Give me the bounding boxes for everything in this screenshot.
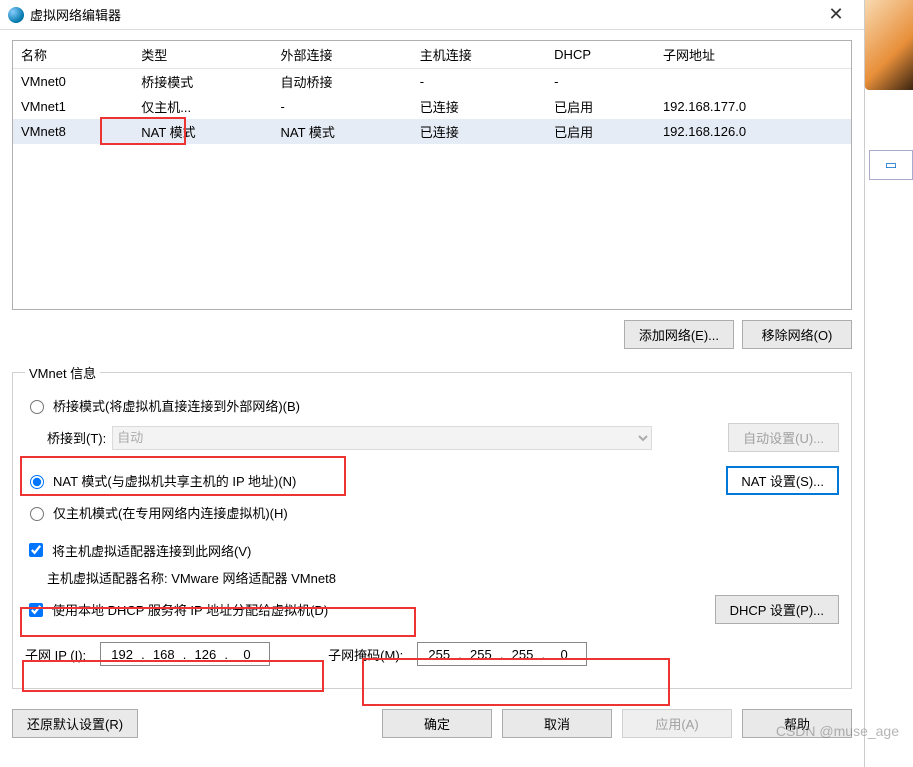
cell-dhcp: - xyxy=(546,69,655,95)
table-row[interactable]: VMnet1 仅主机... - 已连接 已启用 192.168.177.0 xyxy=(13,94,851,119)
cell-type: NAT 模式 xyxy=(133,119,272,144)
subnet-mask-label: 子网掩码(M): xyxy=(328,645,403,664)
dhcp-checkbox[interactable] xyxy=(29,603,43,617)
bridge-to-label: 桥接到(T): xyxy=(47,428,106,447)
mask-octet-4[interactable] xyxy=(547,646,581,663)
mask-octet-3[interactable] xyxy=(506,646,540,663)
table-header-row: 名称 类型 外部连接 主机连接 DHCP 子网地址 xyxy=(13,41,851,69)
background-thumbnail xyxy=(865,0,913,90)
subnet-mask-input[interactable]: . . . xyxy=(417,642,587,666)
table-row-selected[interactable]: VMnet8 NAT 模式 NAT 模式 已连接 已启用 192.168.126… xyxy=(13,119,851,144)
hostonly-mode-text: 仅主机模式(在专用网络内连接虚拟机)(H) xyxy=(53,503,288,522)
vmnet-info-group: VMnet 信息 桥接模式(将虚拟机直接连接到外部网络)(B) 桥接到(T): … xyxy=(12,363,852,689)
col-type[interactable]: 类型 xyxy=(133,41,272,69)
connect-host-checkbox-label[interactable]: 将主机虚拟适配器连接到此网络(V) xyxy=(25,540,251,560)
adapter-name-label: 主机虚拟适配器名称: VMware 网络适配器 VMnet8 xyxy=(47,568,336,587)
col-name[interactable]: 名称 xyxy=(13,41,133,69)
cell-dhcp: 已启用 xyxy=(546,94,655,119)
window-title: 虚拟网络编辑器 xyxy=(30,5,816,24)
cell-subnet xyxy=(655,69,851,95)
ip-octet-2[interactable] xyxy=(147,646,181,663)
col-host[interactable]: 主机连接 xyxy=(412,41,546,69)
cell-ext: - xyxy=(272,94,411,119)
cell-type: 仅主机... xyxy=(133,94,272,119)
col-dhcp[interactable]: DHCP xyxy=(546,41,655,69)
cancel-button[interactable]: 取消 xyxy=(502,709,612,738)
cell-subnet: 192.168.177.0 xyxy=(655,94,851,119)
cell-host: 已连接 xyxy=(412,94,546,119)
titlebar: 虚拟网络编辑器 ✕ xyxy=(0,0,864,30)
network-table-container: 名称 类型 外部连接 主机连接 DHCP 子网地址 VMnet0 桥接模式 自动… xyxy=(12,40,852,310)
cell-subnet: 192.168.126.0 xyxy=(655,119,851,144)
cell-dhcp: 已启用 xyxy=(546,119,655,144)
ip-octet-3[interactable] xyxy=(188,646,222,663)
vmnet-info-legend: VMnet 信息 xyxy=(25,363,100,382)
mask-octet-1[interactable] xyxy=(422,646,456,663)
ok-button[interactable]: 确定 xyxy=(382,709,492,738)
restore-defaults-button[interactable]: 还原默认设置(R) xyxy=(12,709,138,738)
cell-type: 桥接模式 xyxy=(133,69,272,95)
nat-settings-button[interactable]: NAT 设置(S)... xyxy=(726,466,839,495)
virtual-network-editor-dialog: 虚拟网络编辑器 ✕ 名称 类型 外部连接 主机连接 DHCP 子网地址 xyxy=(0,0,865,767)
auto-settings-button: 自动设置(U)... xyxy=(728,423,839,452)
watermark-text: CSDN @muse_age xyxy=(776,723,899,739)
app-icon xyxy=(8,7,24,23)
ip-octet-4[interactable] xyxy=(230,646,264,663)
ip-octet-1[interactable] xyxy=(105,646,139,663)
nat-mode-text: NAT 模式(与虚拟机共享主机的 IP 地址)(N) xyxy=(53,471,296,490)
cell-ext: NAT 模式 xyxy=(272,119,411,144)
connect-host-text: 将主机虚拟适配器连接到此网络(V) xyxy=(52,541,251,560)
bridge-mode-text: 桥接模式(将虚拟机直接连接到外部网络)(B) xyxy=(53,396,300,415)
subnet-ip-label: 子网 IP (I): xyxy=(25,645,86,664)
window-icon: ▭ xyxy=(869,150,913,180)
mask-octet-2[interactable] xyxy=(464,646,498,663)
network-table[interactable]: 名称 类型 外部连接 主机连接 DHCP 子网地址 VMnet0 桥接模式 自动… xyxy=(13,41,851,144)
subnet-ip-input[interactable]: . . . xyxy=(100,642,270,666)
bridge-to-select: 自动 xyxy=(112,426,652,450)
close-icon[interactable]: ✕ xyxy=(816,4,856,25)
nat-mode-radio[interactable] xyxy=(30,475,44,489)
add-network-button[interactable]: 添加网络(E)... xyxy=(624,320,734,349)
hostonly-mode-radio-label[interactable]: 仅主机模式(在专用网络内连接虚拟机)(H) xyxy=(25,503,288,522)
remove-network-button[interactable]: 移除网络(O) xyxy=(742,320,852,349)
cell-name: VMnet0 xyxy=(13,69,133,95)
bridge-mode-radio[interactable] xyxy=(30,400,44,414)
cell-name: VMnet8 xyxy=(13,119,133,144)
cell-ext: 自动桥接 xyxy=(272,69,411,95)
dialog-footer: 还原默认设置(R) 确定 取消 应用(A) 帮助 xyxy=(0,699,864,748)
col-subnet[interactable]: 子网地址 xyxy=(655,41,851,69)
col-external[interactable]: 外部连接 xyxy=(272,41,411,69)
dhcp-checkbox-text: 使用本地 DHCP 服务将 IP 地址分配给虚拟机(D) xyxy=(52,600,328,619)
table-buttons-row: 添加网络(E)... 移除网络(O) xyxy=(12,320,852,349)
bridge-mode-radio-label[interactable]: 桥接模式(将虚拟机直接连接到外部网络)(B) xyxy=(25,396,300,415)
connect-host-checkbox[interactable] xyxy=(29,543,43,557)
cell-host: 已连接 xyxy=(412,119,546,144)
dhcp-settings-button[interactable]: DHCP 设置(P)... xyxy=(715,595,839,624)
cell-name: VMnet1 xyxy=(13,94,133,119)
table-row[interactable]: VMnet0 桥接模式 自动桥接 - - xyxy=(13,69,851,95)
cell-host: - xyxy=(412,69,546,95)
apply-button: 应用(A) xyxy=(622,709,732,738)
dhcp-checkbox-label[interactable]: 使用本地 DHCP 服务将 IP 地址分配给虚拟机(D) xyxy=(25,600,328,620)
nat-mode-radio-label[interactable]: NAT 模式(与虚拟机共享主机的 IP 地址)(N) xyxy=(25,471,296,490)
hostonly-mode-radio[interactable] xyxy=(30,507,44,521)
